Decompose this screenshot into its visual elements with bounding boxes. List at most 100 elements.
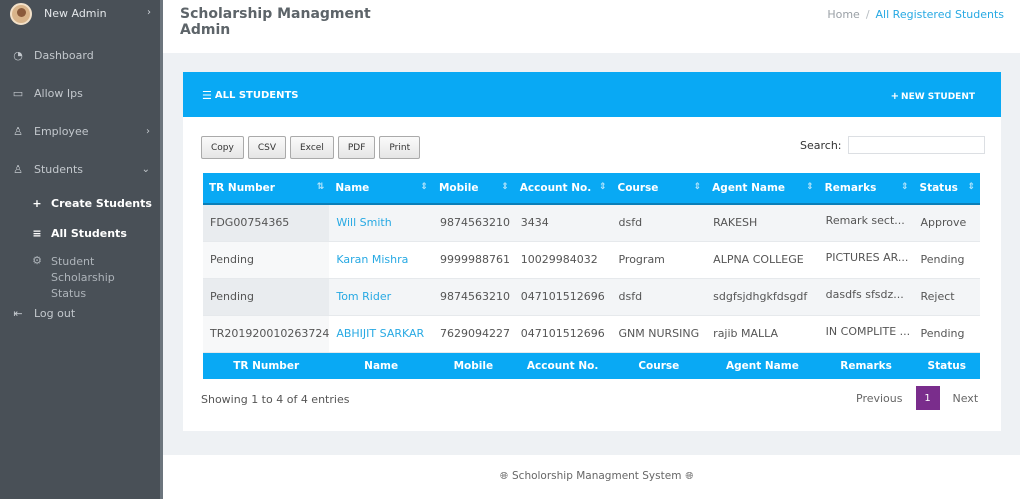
- column-header-label: Course: [617, 182, 659, 194]
- students-table: TR Number ⇅ Name ⇕ Mobile ⇕ Account No. ⇕ Co…: [203, 173, 980, 379]
- remarks-cell: dasdfs sfsdz...: [818, 278, 914, 316]
- agent-cell: rajib MALLA: [706, 315, 819, 353]
- column-header[interactable]: Account No. ⇕: [513, 173, 612, 205]
- status-cell: Approve: [913, 204, 980, 242]
- footer: 🌐︎ Scholorship Managment System 🌐︎: [163, 455, 1020, 499]
- export-buttons: Copy CSV Excel PDF Print: [201, 136, 424, 159]
- sidebar-user[interactable]: New Admin ›: [0, 0, 163, 27]
- column-header[interactable]: Remarks ⇕: [818, 173, 914, 205]
- column-header[interactable]: Status ⇕: [913, 173, 980, 205]
- sidebar-item-allow-ips[interactable]: ▭ Allow Ips: [0, 83, 160, 103]
- tr-number-cell: FDG00754365: [203, 204, 330, 242]
- chevron-down-icon: ⌄: [141, 163, 150, 175]
- search-box: Search:: [800, 136, 985, 154]
- breadcrumb-home[interactable]: Home: [827, 8, 859, 21]
- plus-icon: +: [890, 91, 900, 102]
- status-cell: Pending: [913, 241, 980, 279]
- copy-button[interactable]: Copy: [201, 136, 244, 159]
- sort-icon: ⇅: [316, 182, 325, 192]
- column-footer: Status: [913, 352, 980, 379]
- sidebar-item-label: Dashboard: [34, 48, 94, 62]
- list-icon: ≡: [32, 226, 42, 240]
- pagination: Previous 1 Next: [856, 386, 978, 410]
- column-header-label: Remarks: [824, 182, 877, 194]
- status-cell: Reject: [913, 278, 980, 316]
- remarks-cell: IN COMPLITE ...: [818, 315, 914, 353]
- column-header[interactable]: Agent Name ⇕: [706, 173, 819, 205]
- column-header[interactable]: Course ⇕: [611, 173, 707, 205]
- student-name-link[interactable]: ABHIJIT SARKAR: [329, 315, 433, 353]
- column-footer: Name: [329, 352, 433, 379]
- column-header-label: Agent Name: [712, 182, 786, 194]
- previous-button[interactable]: Previous: [856, 392, 903, 405]
- sidebar-item-label: Employee: [34, 124, 89, 138]
- table-row: FDG00754365 Will Smith 9874563210 3434 d…: [203, 204, 980, 242]
- page-button[interactable]: 1: [915, 386, 940, 410]
- column-header[interactable]: Mobile ⇕: [432, 173, 514, 205]
- student-name-link[interactable]: Karan Mishra: [329, 241, 433, 279]
- student-name-link[interactable]: Tom Rider: [329, 278, 433, 316]
- account-cell: 3434: [513, 204, 612, 242]
- header: Scholarship Managment Admin Home / All Reg…: [163, 0, 1020, 53]
- tr-number-cell: TR201920010263724: [203, 315, 330, 353]
- sidebar-subitem-label: All Students: [51, 226, 127, 240]
- course-cell: dsfd: [611, 278, 707, 316]
- sort-icon: ⇕: [693, 182, 702, 192]
- globe-icon: 🌐︎: [500, 470, 508, 482]
- page-title: Scholarship Managment Admin: [180, 6, 371, 38]
- new-student-button[interactable]: + NEW STUDENT: [891, 91, 975, 102]
- agent-cell: ALPNA COLLEGE: [706, 241, 819, 279]
- student-name-link[interactable]: Will Smith: [329, 204, 433, 242]
- breadcrumb-separator: /: [865, 8, 870, 21]
- card-header: ☰ ALL STUDENTS + NEW STUDENT: [183, 72, 1001, 117]
- column-header[interactable]: TR Number ⇅: [203, 173, 330, 205]
- agent-cell: RAKESH: [706, 204, 819, 242]
- table-footer-row: TR Number Name Mobile Account No. Course…: [203, 352, 980, 379]
- search-input[interactable]: [847, 136, 985, 154]
- sidebar-subitem-all-students[interactable]: ≡ All Students: [0, 225, 160, 241]
- user-icon: ♙: [13, 124, 23, 138]
- column-header-label: Name: [335, 182, 370, 194]
- column-header[interactable]: Name ⇕: [329, 173, 433, 205]
- sidebar: New Admin › ◔ Dashboard ▭ Allow Ips ♙ Em…: [0, 0, 163, 499]
- new-student-label: NEW STUDENT: [901, 91, 975, 102]
- breadcrumb-current[interactable]: All Registered Students: [876, 8, 1004, 21]
- sidebar-item-label: Allow Ips: [34, 86, 83, 100]
- sidebar-item-employee[interactable]: ♙ Employee ›: [0, 121, 160, 141]
- print-button[interactable]: Print: [379, 136, 421, 159]
- mobile-cell: 7629094227: [432, 315, 514, 353]
- pdf-button[interactable]: PDF: [337, 136, 376, 159]
- remarks-cell: Remark sect...: [818, 204, 914, 242]
- breadcrumb: Home / All Registered Students: [827, 8, 1004, 21]
- sidebar-item-dashboard[interactable]: ◔ Dashboard: [0, 45, 160, 65]
- sort-icon: ⇕: [806, 182, 814, 192]
- sort-icon: ⇕: [967, 182, 975, 192]
- sidebar-subitem-create-students[interactable]: + Create Students: [0, 195, 160, 211]
- column-footer: Remarks: [818, 352, 914, 379]
- sidebar-item-label: Students: [34, 162, 84, 176]
- sort-icon: ⇕: [501, 182, 509, 192]
- mobile-cell: 9874563210: [432, 204, 514, 242]
- table-row: Pending Tom Rider 9874563210 04710151269…: [203, 278, 980, 316]
- account-cell: 10029984032: [513, 241, 612, 279]
- entries-info: Showing 1 to 4 of 4 entries: [201, 393, 350, 406]
- list-icon: ☰: [202, 89, 212, 102]
- sort-icon: ⇕: [598, 182, 607, 192]
- mobile-cell: 9874563210: [432, 278, 514, 316]
- column-footer: Course: [611, 352, 707, 379]
- column-header-label: TR Number: [209, 182, 275, 194]
- csv-button[interactable]: CSV: [247, 136, 286, 159]
- dashboard-icon: ◔: [13, 48, 23, 62]
- gear-icon: ⚙: [32, 254, 42, 267]
- sidebar-subitem-scholarship-status[interactable]: ⚙ Student Scholarship Status: [0, 254, 160, 300]
- next-button[interactable]: Next: [953, 392, 979, 405]
- table-header-row: TR Number ⇅ Name ⇕ Mobile ⇕ Account No. ⇕ Co…: [203, 173, 980, 205]
- plus-icon: +: [32, 196, 42, 210]
- sidebar-item-students[interactable]: ♙ Students ⌄: [0, 159, 160, 179]
- excel-button[interactable]: Excel: [290, 136, 334, 159]
- avatar: [10, 2, 32, 25]
- sidebar-item-logout[interactable]: ⇤ Log out: [0, 303, 160, 323]
- account-cell: 047101512696: [513, 278, 612, 316]
- table-row: Pending Karan Mishra 9999988761 10029984…: [203, 241, 980, 279]
- status-cell: Pending: [913, 315, 980, 353]
